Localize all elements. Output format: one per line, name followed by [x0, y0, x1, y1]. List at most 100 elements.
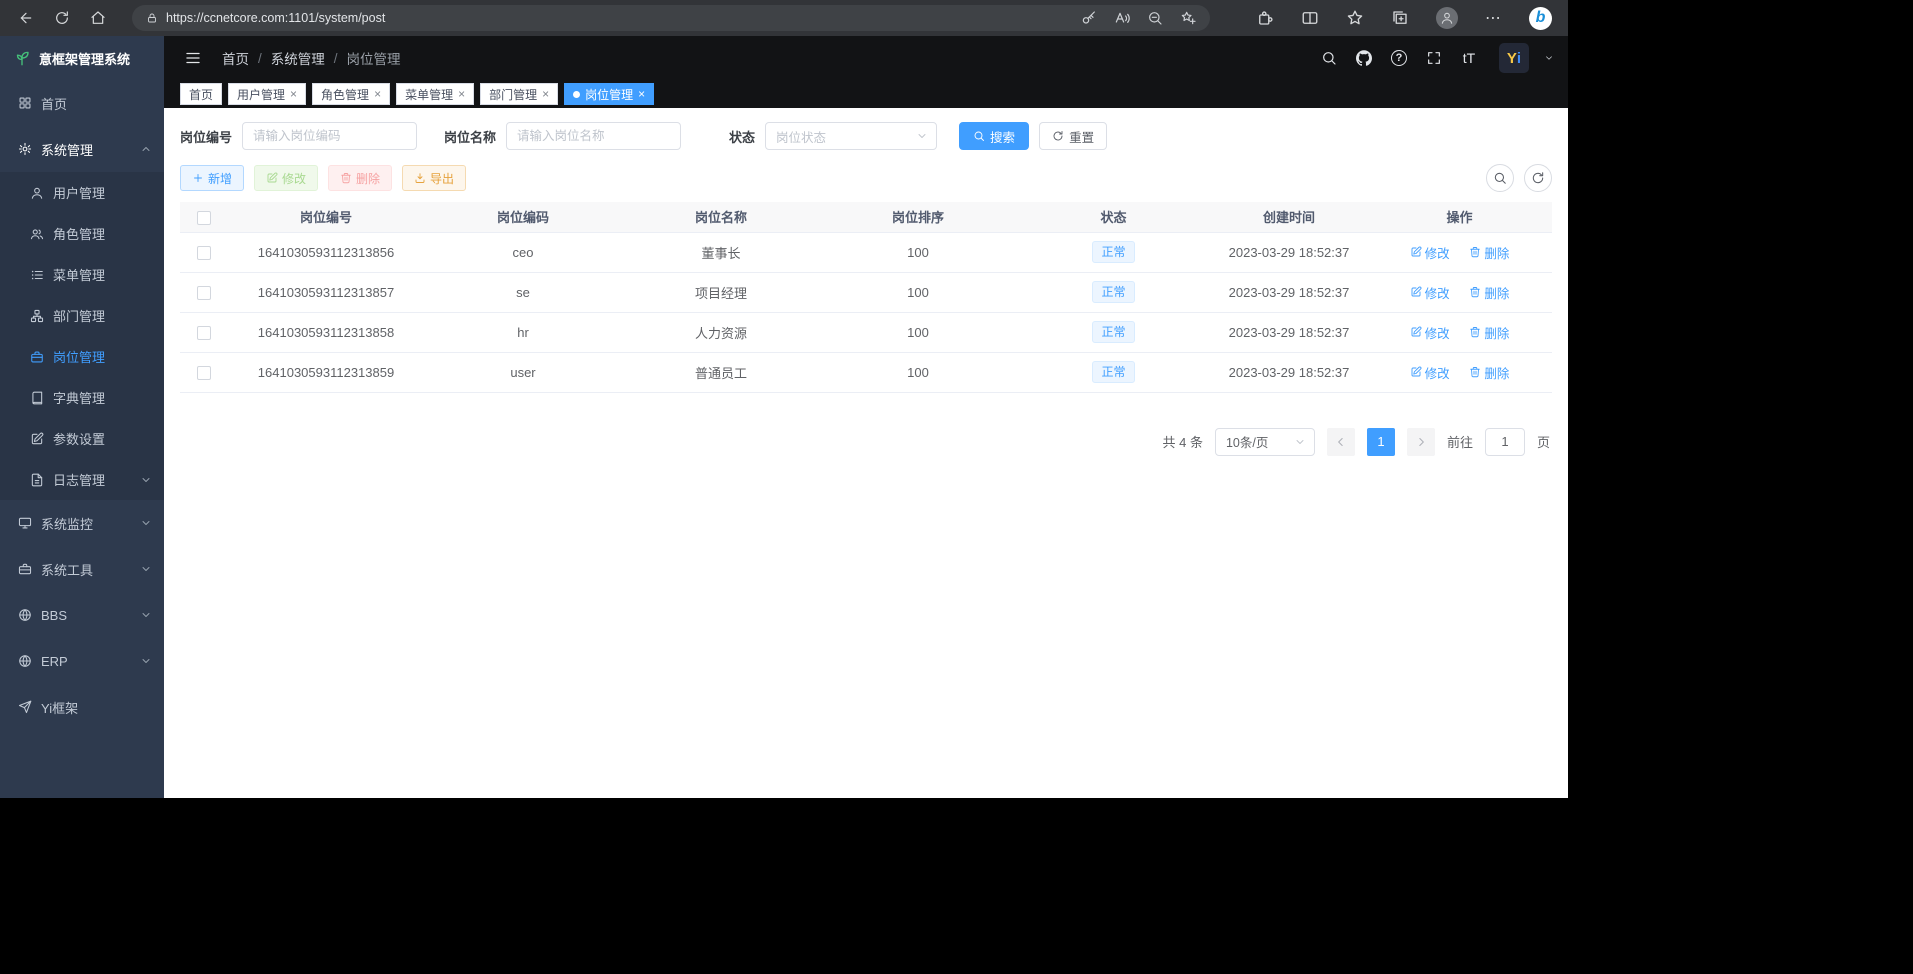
sidebar-item-bbs[interactable]: BBS [0, 592, 164, 638]
profile-avatar[interactable] [1436, 7, 1458, 29]
pagination: 共 4 条 10条/页 1 前往 页 [180, 428, 1552, 456]
tags-view-bar: 首页 用户管理× 角色管理× 菜单管理× 部门管理× 岗位管理× [164, 80, 1568, 108]
row-delete-link[interactable]: 删除 [1469, 243, 1509, 262]
tab-role-mgmt[interactable]: 角色管理× [312, 83, 390, 105]
users-icon [30, 227, 44, 241]
table-row[interactable]: 1641030593112313858 hr 人力资源 100 正常 2023-… [180, 312, 1552, 352]
row-edit-link[interactable]: 修改 [1410, 243, 1450, 262]
reset-button[interactable]: 重置 [1039, 122, 1107, 150]
sidebar-item-dict-mgmt[interactable]: 字典管理 [0, 377, 164, 418]
export-button[interactable]: 导出 [402, 165, 466, 191]
user-avatar[interactable]: Yi [1499, 43, 1529, 73]
table-row[interactable]: 1641030593112313856 ceo 董事长 100 正常 2023-… [180, 232, 1552, 272]
post-name-input[interactable] [506, 122, 681, 150]
sidebar-item-erp[interactable]: ERP [0, 638, 164, 684]
system-submenu: 用户管理 角色管理 菜单管理 部门管理 [0, 172, 164, 500]
tab-user-mgmt[interactable]: 用户管理× [228, 83, 306, 105]
sidebar-item-dept-mgmt[interactable]: 部门管理 [0, 295, 164, 336]
fullscreen-icon[interactable] [1423, 47, 1445, 69]
select-all-checkbox[interactable] [197, 211, 211, 225]
row-edit-link[interactable]: 修改 [1410, 363, 1450, 382]
text-size-icon[interactable]: tT [1458, 47, 1480, 69]
toggle-search-button[interactable] [1486, 164, 1514, 192]
row-checkbox[interactable] [197, 286, 211, 300]
post-code-input[interactable] [242, 122, 417, 150]
breadcrumb-system-mgmt[interactable]: 系统管理 [271, 48, 325, 68]
close-icon[interactable]: × [638, 88, 645, 100]
zoom-out-icon[interactable] [1147, 10, 1163, 26]
close-icon[interactable]: × [542, 88, 549, 100]
page-size-select[interactable]: 10条/页 [1215, 428, 1315, 456]
search-button[interactable]: 搜索 [959, 122, 1029, 150]
sidebar-item-user-mgmt[interactable]: 用户管理 [0, 172, 164, 213]
cell-post-name: 项目经理 [622, 272, 820, 312]
row-delete-link[interactable]: 删除 [1469, 363, 1509, 382]
favorites-icon[interactable] [1346, 9, 1364, 27]
avatar-caret-icon[interactable] [1544, 53, 1554, 63]
tab-dept-mgmt[interactable]: 部门管理× [480, 83, 558, 105]
sidebar-collapse-icon[interactable] [184, 49, 202, 67]
goto-page-input[interactable] [1485, 428, 1525, 456]
password-key-icon[interactable] [1081, 10, 1097, 26]
row-checkbox[interactable] [197, 326, 211, 340]
edit-button[interactable]: 修改 [254, 165, 318, 191]
sidebar-item-system-mgmt[interactable]: 系统管理 [0, 126, 164, 172]
header-search-icon[interactable] [1318, 47, 1340, 69]
close-icon[interactable]: × [374, 88, 381, 100]
github-icon[interactable] [1353, 47, 1375, 69]
address-bar[interactable]: https://ccnetcore.com:1101/system/post [132, 5, 1210, 31]
cell-post-id: 1641030593112313859 [228, 352, 424, 392]
browser-menu-icon[interactable]: ⋯ [1485, 8, 1502, 28]
breadcrumb-home[interactable]: 首页 [222, 48, 249, 68]
table-row[interactable]: 1641030593112313859 user 普通员工 100 正常 202… [180, 352, 1552, 392]
tab-home[interactable]: 首页 [180, 83, 222, 105]
status-select[interactable]: 岗位状态 [765, 122, 937, 150]
row-edit-link[interactable]: 修改 [1410, 283, 1450, 302]
delete-button[interactable]: 删除 [328, 165, 392, 191]
extensions-icon[interactable] [1256, 9, 1274, 27]
sidebar-item-post-mgmt[interactable]: 岗位管理 [0, 336, 164, 377]
trash-icon [1469, 246, 1481, 258]
add-button[interactable]: 新增 [180, 165, 244, 191]
table-toolbar: 新增 修改 删除 导出 [180, 164, 1552, 192]
read-aloud-icon[interactable] [1114, 10, 1130, 26]
prev-page-button[interactable] [1327, 428, 1355, 456]
refresh-table-button[interactable] [1524, 164, 1552, 192]
cell-post-name: 董事长 [622, 232, 820, 272]
close-icon[interactable]: × [290, 88, 297, 100]
row-checkbox[interactable] [197, 366, 211, 380]
sidebar-item-log-mgmt[interactable]: 日志管理 [0, 459, 164, 500]
browser-refresh-button[interactable] [46, 4, 78, 32]
post-table: 岗位编号 岗位编码 岗位名称 岗位排序 状态 创建时间 操作 [180, 202, 1552, 393]
close-icon[interactable]: × [458, 88, 465, 100]
status-label: 状态 [729, 127, 755, 146]
browser-home-button[interactable] [82, 4, 114, 32]
split-screen-icon[interactable] [1301, 9, 1319, 27]
sidebar-item-yi-framework[interactable]: Yi框架 [0, 684, 164, 730]
collections-icon[interactable] [1391, 9, 1409, 27]
sidebar-item-system-tools[interactable]: 系统工具 [0, 546, 164, 592]
sidebar-item-system-monitor[interactable]: 系统监控 [0, 500, 164, 546]
row-edit-link[interactable]: 修改 [1410, 323, 1450, 342]
edit-icon [266, 172, 278, 184]
book-icon [30, 391, 44, 405]
sidebar-item-param-settings[interactable]: 参数设置 [0, 418, 164, 459]
plus-icon [192, 172, 204, 184]
browser-back-button[interactable] [10, 4, 42, 32]
sidebar-item-role-mgmt[interactable]: 角色管理 [0, 213, 164, 254]
tab-menu-mgmt[interactable]: 菜单管理× [396, 83, 474, 105]
next-page-button[interactable] [1407, 428, 1435, 456]
row-delete-link[interactable]: 删除 [1469, 323, 1509, 342]
sidebar-item-home[interactable]: 首页 [0, 80, 164, 126]
sidebar-item-menu-mgmt[interactable]: 菜单管理 [0, 254, 164, 295]
column-post-name: 岗位名称 [622, 202, 820, 232]
help-icon[interactable]: ? [1388, 47, 1410, 69]
row-delete-link[interactable]: 删除 [1469, 283, 1509, 302]
add-favorite-star-icon[interactable] [1180, 10, 1196, 26]
page-number-button[interactable]: 1 [1367, 428, 1395, 456]
row-checkbox[interactable] [197, 246, 211, 260]
url-text[interactable]: https://ccnetcore.com:1101/system/post [166, 11, 1073, 25]
tab-post-mgmt[interactable]: 岗位管理× [564, 83, 654, 105]
bing-copilot-icon[interactable]: b [1529, 7, 1552, 30]
table-row[interactable]: 1641030593112313857 se 项目经理 100 正常 2023-… [180, 272, 1552, 312]
